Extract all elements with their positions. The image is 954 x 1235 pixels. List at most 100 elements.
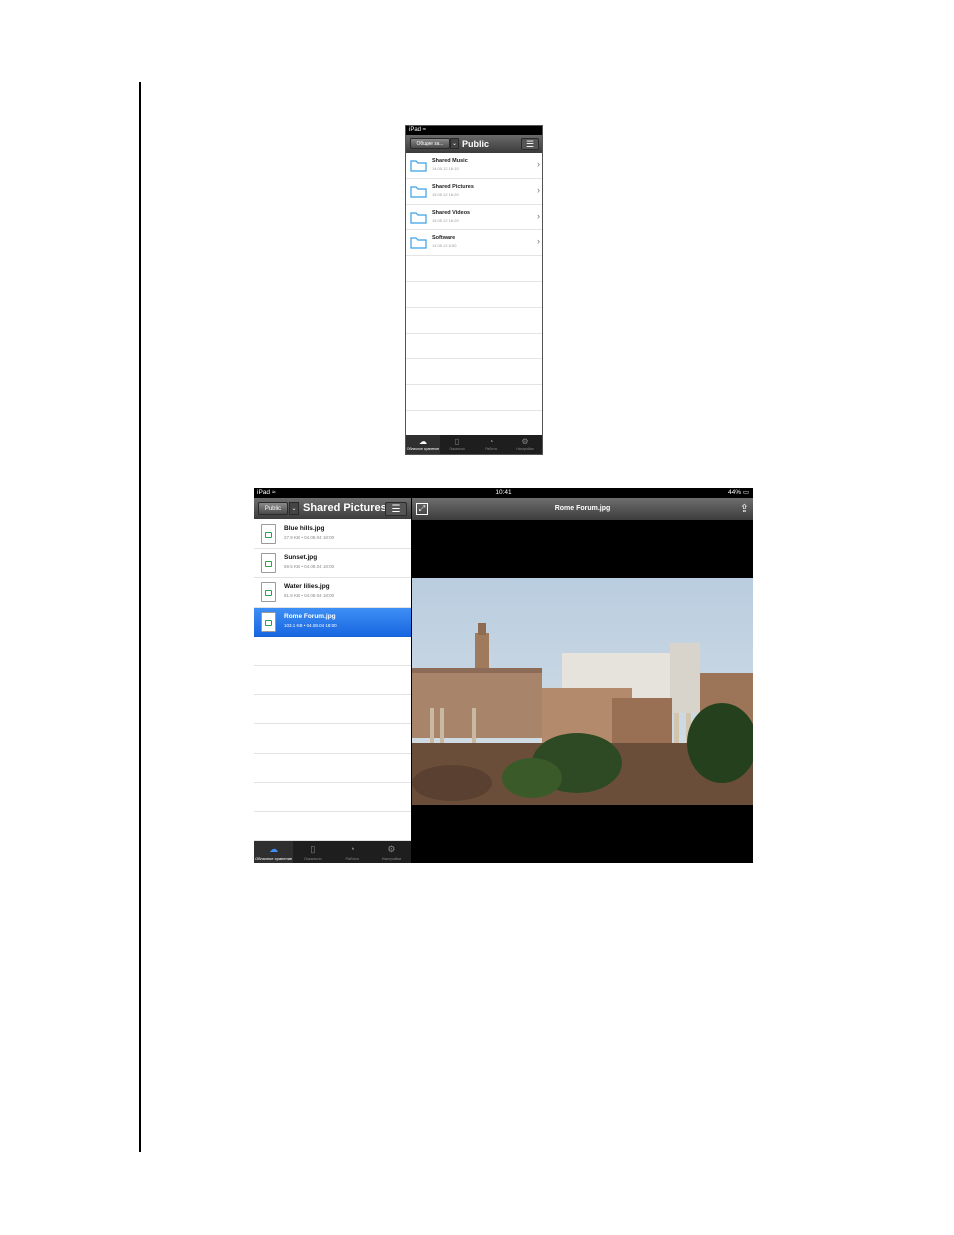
empty-row — [254, 695, 411, 725]
photo-preview[interactable] — [412, 578, 753, 805]
file-name: Blue hills.jpg — [284, 525, 325, 532]
chevron-right-icon: › — [537, 236, 540, 247]
file-meta: 27.9 KB • 04.08.04 18:00 — [284, 535, 335, 540]
chevron-right-icon: › — [537, 210, 540, 221]
file-name: Sunset.jpg — [284, 554, 318, 562]
chevron-down-icon[interactable]: ⌄ — [450, 138, 459, 149]
list-item[interactable]: Shared Music 14.05.12 16:10 › — [406, 153, 542, 179]
list-item[interactable]: Blue hills.jpg 27.9 KB • 04.08.04 18:00 — [254, 520, 411, 550]
folder-date: 14.05.12 16:10 — [432, 166, 459, 171]
image-file-icon — [261, 553, 276, 574]
tab-bar: ☁ Облачное хранение ▯ Локально ◔ Работа ⚙ На… — [254, 841, 411, 863]
tab-label: Облачное хранение — [406, 447, 440, 451]
device-icon: ▯ — [310, 844, 316, 854]
folder-name: Shared Videos — [432, 209, 471, 216]
folder-name: Shared Music — [432, 158, 468, 164]
tab-local[interactable]: ▯ Локально — [293, 841, 332, 863]
list-menu-button[interactable]: ☰ — [521, 138, 539, 150]
viewer-toolbar: ⤢ Rome Forum.jpg ⇪ — [412, 498, 753, 520]
image-file-icon — [261, 582, 276, 603]
empty-row — [254, 637, 411, 666]
tablet-screenshot: iPad ≈ 10:41 44% ▭ Public ⌄ Shared Pictu… — [254, 488, 753, 863]
tab-local[interactable]: ▯ Локально — [440, 435, 474, 454]
chevron-down-icon[interactable]: ⌄ — [289, 502, 299, 515]
empty-row — [406, 307, 542, 334]
device-label: iPad — [409, 127, 422, 133]
folder-icon — [410, 186, 427, 198]
list-icon: ☰ — [525, 139, 535, 149]
page-title: Public — [462, 139, 490, 149]
empty-row — [406, 256, 542, 282]
status-bar: iPad ≈ 10:41 44% ▭ — [254, 488, 753, 498]
file-name: Water lilies.jpg — [284, 583, 330, 591]
file-browser-pane: Public ⌄ Shared Pictures ☰ Blue hills.jp… — [254, 498, 411, 863]
file-name: Rome Forum.jpg — [284, 612, 336, 620]
share-icon[interactable]: ⇪ — [740, 502, 749, 516]
nav-bar: Public ⌄ Shared Pictures ☰ — [254, 498, 411, 519]
folder-date: 15.05.12 16:20 — [432, 217, 459, 223]
tab-cloud[interactable]: ☁ Облачное хранение — [406, 435, 440, 454]
folder-name: Software — [432, 235, 456, 242]
file-meta: 103.1 KB • 04.08.04 18:00 — [284, 622, 337, 628]
image-viewer-pane: ⤢ Rome Forum.jpg ⇪ — [412, 498, 753, 863]
tab-label: Локально — [303, 856, 322, 861]
back-button[interactable]: Public — [258, 502, 288, 515]
list-item[interactable]: Software 14.05.12 6:50 › — [406, 230, 542, 257]
tab-work[interactable]: ◔ Работа — [333, 841, 372, 863]
tab-settings[interactable]: ⚙ Настройки — [372, 841, 411, 863]
file-meta: 69.5 KB • 04.08.04 18:00 — [284, 564, 335, 570]
list-icon: ☰ — [391, 504, 401, 515]
tab-label: Работа — [345, 856, 359, 861]
file-list: Blue hills.jpg 27.9 KB • 04.08.04 18:00 … — [254, 520, 411, 842]
empty-row — [406, 410, 542, 437]
folder-date: 15.05.12 16:20 — [432, 191, 459, 197]
empty-row — [406, 333, 542, 360]
device-icon: ▯ — [454, 437, 460, 446]
empty-row — [254, 754, 411, 783]
status-bar: iPad ≈ — [406, 126, 542, 135]
tab-work[interactable]: ◔ Работа — [474, 435, 508, 454]
wifi-icon: ≈ — [422, 127, 426, 133]
image-file-icon — [261, 611, 276, 632]
gear-icon: ⚙ — [521, 437, 529, 446]
cloud-icon: ☁ — [419, 437, 427, 446]
chevron-right-icon: › — [537, 159, 540, 169]
list-item[interactable]: Sunset.jpg 69.5 KB • 04.08.04 18:00 — [254, 549, 411, 579]
empty-row — [254, 724, 411, 754]
gauge-icon: ◔ — [488, 437, 494, 446]
empty-row — [254, 666, 411, 696]
phone-screenshot: iPad ≈ Общие за... ⌄ Public ☰ Shared Mus… — [405, 125, 543, 455]
list-item[interactable]: Water lilies.jpg 81.8 KB • 04.08.04 18:0… — [254, 578, 411, 608]
page-margin-rule — [139, 82, 141, 1152]
cloud-icon: ☁ — [269, 844, 279, 854]
gear-icon: ⚙ — [387, 844, 396, 854]
folder-icon — [410, 237, 427, 249]
back-button[interactable]: Общие за... — [410, 138, 450, 149]
tab-label: Настройки — [381, 856, 402, 861]
folder-icon — [410, 160, 427, 172]
empty-row — [406, 385, 542, 411]
page-title: Shared Pictures — [303, 502, 387, 514]
list-item[interactable]: Shared Pictures 15.05.12 16:20 › — [406, 179, 542, 205]
list-item[interactable]: Shared Videos 15.05.12 16:20 › — [406, 205, 542, 231]
tab-label: Локально — [449, 447, 465, 451]
viewer-title: Rome Forum.jpg — [554, 505, 611, 512]
image-file-icon — [261, 524, 276, 544]
list-menu-button[interactable]: ☰ — [385, 502, 407, 516]
gauge-icon: ◔ — [349, 844, 355, 854]
empty-row — [406, 281, 542, 308]
empty-row — [254, 812, 411, 842]
tab-cloud[interactable]: ☁ Облачное хранение — [254, 841, 294, 863]
tab-settings[interactable]: ⚙ Настройки — [508, 435, 542, 454]
battery-indicator: 44% ▭ — [728, 488, 749, 498]
status-time: 10:41 — [495, 489, 512, 496]
tab-label: Настройки — [516, 447, 534, 451]
tab-bar: ☁ Облачное хранение ▯ Локально ◔ Работа ⚙ На… — [406, 435, 542, 454]
battery-icon: ▭ — [742, 489, 749, 496]
empty-row — [406, 359, 542, 386]
folder-icon — [410, 211, 427, 224]
tab-label: Работа — [485, 447, 497, 451]
list-item-selected[interactable]: Rome Forum.jpg 103.1 KB • 04.08.04 18:00 — [254, 607, 411, 637]
battery-percent: 44% — [728, 489, 742, 496]
chevron-right-icon: › — [537, 184, 540, 195]
